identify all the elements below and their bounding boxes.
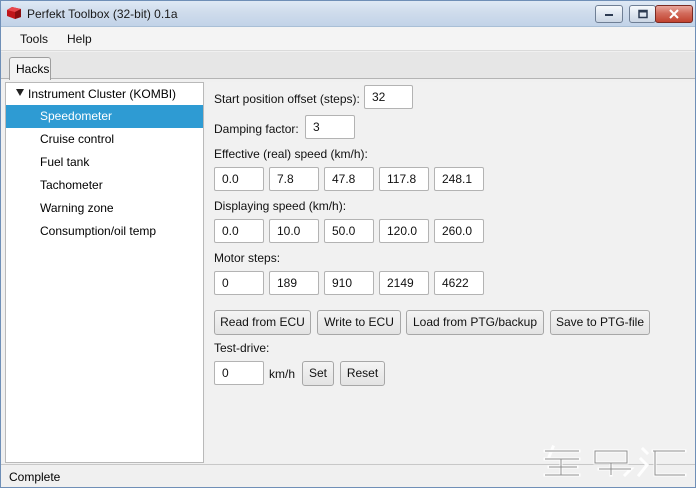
damping-label: Damping factor: (214, 122, 299, 136)
motor-steps-input-1[interactable] (214, 271, 264, 295)
sidebar-item-consumption-oil-temp[interactable]: Consumption/oil temp (6, 220, 203, 243)
sidebar-item-label: Fuel tank (40, 155, 90, 169)
close-button[interactable] (655, 5, 693, 23)
title-bar[interactable]: Perfekt Toolbox (32-bit) 0.1a (1, 1, 695, 27)
motor-steps-input-5[interactable] (434, 271, 484, 295)
sidebar-item-tachometer[interactable]: Tachometer (6, 174, 203, 197)
load-from-ptg-button[interactable]: Load from PTG/backup (406, 310, 544, 335)
read-from-ecu-button[interactable]: Read from ECU (214, 310, 311, 335)
motor-steps-input-2[interactable] (269, 271, 319, 295)
damping-input[interactable] (305, 115, 355, 139)
sidebar-item-label: Tachometer (40, 178, 103, 192)
sidebar-item-label: Cruise control (40, 132, 115, 146)
maximize-button[interactable] (629, 5, 656, 23)
status-text: Complete (9, 470, 61, 484)
expand-arrow-icon[interactable] (16, 89, 24, 96)
effective-speed-input-4[interactable] (379, 167, 429, 191)
tab-hacks[interactable]: Hacks (9, 57, 51, 80)
minimize-button[interactable] (595, 5, 623, 23)
sidebar-item-fuel-tank[interactable]: Fuel tank (6, 151, 203, 174)
displaying-speed-input-3[interactable] (324, 219, 374, 243)
tab-hacks-label: Hacks (16, 62, 50, 76)
effective-speed-label: Effective (real) speed (km/h): (214, 147, 368, 161)
test-drive-label: Test-drive: (214, 341, 270, 355)
tab-strip: Hacks (1, 52, 695, 80)
tree-node-label: Instrument Cluster (KOMBI) (28, 87, 177, 101)
sidebar-item-label: Warning zone (40, 201, 114, 215)
start-offset-input[interactable] (364, 85, 413, 109)
app-window: Perfekt Toolbox (32-bit) 0.1a Tools Help… (0, 0, 696, 488)
sidebar-item-speedometer[interactable]: Speedometer (6, 105, 203, 128)
motor-steps-label: Motor steps: (214, 251, 281, 265)
displaying-speed-label: Displaying speed (km/h): (214, 199, 347, 213)
sidebar-item-label: Consumption/oil temp (40, 224, 157, 238)
motor-steps-input-4[interactable] (379, 271, 429, 295)
sidebar-item-cruise-control[interactable]: Cruise control (6, 128, 203, 151)
motor-steps-input-3[interactable] (324, 271, 374, 295)
sidebar-item-label: Speedometer (40, 109, 113, 123)
watermark-logo-icon (543, 445, 687, 477)
menu-tools[interactable]: Tools (20, 32, 48, 46)
test-drive-unit: km/h (269, 367, 296, 381)
menu-help[interactable]: Help (67, 32, 92, 46)
displaying-speed-input-1[interactable] (214, 219, 264, 243)
save-to-ptg-button[interactable]: Save to PTG-file (550, 310, 650, 335)
menu-bar: Tools Help (1, 27, 695, 51)
displaying-speed-input-4[interactable] (379, 219, 429, 243)
displaying-speed-input-2[interactable] (269, 219, 319, 243)
sidebar-tree: Instrument Cluster (KOMBI) Speedometer C… (5, 82, 204, 463)
speedometer-panel: Start position offset (steps): Damping f… (206, 82, 695, 463)
start-offset-label: Start position offset (steps): (214, 92, 360, 106)
app-logo-icon (7, 7, 21, 19)
effective-speed-input-2[interactable] (269, 167, 319, 191)
close-icon (669, 9, 679, 19)
maximize-icon (637, 9, 648, 19)
effective-speed-input-1[interactable] (214, 167, 264, 191)
sidebar-item-warning-zone[interactable]: Warning zone (6, 197, 203, 220)
write-to-ecu-button[interactable]: Write to ECU (317, 310, 401, 335)
effective-speed-input-5[interactable] (434, 167, 484, 191)
window-title: Perfekt Toolbox (32-bit) 0.1a (27, 7, 178, 21)
displaying-speed-input-5[interactable] (434, 219, 484, 243)
minimize-icon (605, 14, 613, 16)
set-button[interactable]: Set (302, 361, 334, 386)
effective-speed-input-3[interactable] (324, 167, 374, 191)
reset-button[interactable]: Reset (340, 361, 385, 386)
tree-node-instrument-cluster[interactable]: Instrument Cluster (KOMBI) (6, 83, 203, 105)
test-drive-speed-input[interactable] (214, 361, 264, 385)
